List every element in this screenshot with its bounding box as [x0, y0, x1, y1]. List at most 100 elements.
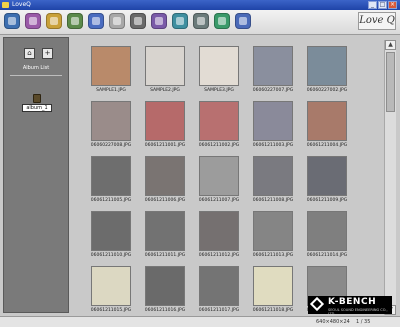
album-icon[interactable] — [46, 13, 62, 29]
thumbnail-image[interactable] — [145, 266, 185, 306]
watermark-name: K-BENCH — [328, 297, 377, 307]
thumbnail-label: 06060227008.JPG — [90, 143, 132, 148]
thumbnail-item[interactable]: 06061211004.JPG — [300, 99, 354, 157]
edit-icon[interactable] — [88, 13, 104, 29]
thumbnail-label: SAMPLE3.JPG — [204, 88, 234, 93]
new-album-button[interactable]: + — [42, 48, 53, 59]
window-title: LoveQ — [12, 1, 31, 8]
vertical-scrollbar[interactable]: ▲ ▼ — [384, 40, 396, 315]
thumbnail-image[interactable] — [199, 46, 239, 86]
thumbnail-image[interactable] — [145, 46, 185, 86]
thumbnail-item[interactable]: 06061211018.JPG — [246, 264, 300, 315]
thumbnail-item[interactable]: 06061211013.JPG — [246, 209, 300, 267]
thumbnail-label: 06061211012.JPG — [198, 253, 240, 258]
thumbnail-image[interactable] — [91, 211, 131, 251]
divider — [10, 75, 62, 76]
thumbnail-image[interactable] — [307, 211, 347, 251]
thumbnail-label: 06061211003.JPG — [252, 143, 294, 148]
thumbnail-item[interactable]: 06060227002.JPG — [300, 44, 354, 102]
thumbnail-image[interactable] — [145, 211, 185, 251]
thumbnail-label: 06061211011.JPG — [144, 253, 186, 258]
scroll-thumb[interactable] — [386, 52, 395, 112]
page-indicator: 1 / 35 — [356, 319, 371, 325]
thumbnail-image[interactable] — [253, 211, 293, 251]
thumbnail-label: 06061211015.JPG — [90, 308, 132, 313]
thumbnail-item[interactable]: SAMPLE2.JPG — [138, 44, 192, 102]
thumbnail-item[interactable]: 06061211010.JPG — [84, 209, 138, 267]
globe-icon[interactable] — [4, 13, 20, 29]
thumbnail-item[interactable]: 06061211003.JPG — [246, 99, 300, 157]
thumbnail-image[interactable] — [199, 266, 239, 306]
thumbnail-label: 06061211007.JPG — [198, 198, 240, 203]
scroll-up-button[interactable]: ▲ — [385, 40, 396, 50]
thumbnail-label: 06061211018.JPG — [252, 308, 294, 313]
thumbnail-image[interactable] — [91, 266, 131, 306]
print-icon[interactable] — [130, 13, 146, 29]
thumbnail-label: SAMPLE1.JPG — [96, 88, 126, 93]
thumbnail-label: 06061211005.JPG — [90, 198, 132, 203]
camera-icon[interactable] — [193, 13, 209, 29]
thumbnail-image[interactable] — [307, 101, 347, 141]
export-icon[interactable] — [214, 13, 230, 29]
thumbnail-image[interactable] — [91, 156, 131, 196]
thumbnail-label: 06061211016.JPG — [144, 308, 186, 313]
image-icon[interactable] — [67, 13, 83, 29]
share-icon[interactable] — [172, 13, 188, 29]
thumbnail-item[interactable]: 06061211008.JPG — [246, 154, 300, 212]
thumbnail-item[interactable]: 06061211007.JPG — [192, 154, 246, 212]
thumbnail-image[interactable] — [145, 101, 185, 141]
thumbnail-image[interactable] — [91, 46, 131, 86]
thumbnail-image[interactable] — [307, 156, 347, 196]
thumbnail-label: 06061211017.JPG — [198, 308, 240, 313]
kbench-watermark: K-BENCH SEOUL SOUND ENGINEERING CO., LTD… — [308, 296, 392, 316]
maximize-button[interactable]: □ — [378, 1, 387, 9]
thumbnail-item[interactable]: 06061211017.JPG — [192, 264, 246, 315]
slideshow-icon[interactable] — [109, 13, 125, 29]
folder-icon[interactable] — [25, 13, 41, 29]
thumbnail-item[interactable]: 06061211012.JPG — [192, 209, 246, 267]
thumbnail-label: 06061211013.JPG — [252, 253, 294, 258]
thumbnail-item[interactable]: SAMPLE1.JPG — [84, 44, 138, 102]
thumbnail-item[interactable]: 06061211002.JPG — [192, 99, 246, 157]
thumbnail-item[interactable]: 06061211016.JPG — [138, 264, 192, 315]
thumbnail-image[interactable] — [253, 46, 293, 86]
thumbnail-item[interactable]: 06061211001.JPG — [138, 99, 192, 157]
thumbnail-grid: SAMPLE1.JPG SAMPLE2.JPG SAMPLE3.JPG 0606022… — [80, 40, 380, 315]
thumbnail-image[interactable] — [145, 156, 185, 196]
album-item-label[interactable]: album_1 — [22, 104, 52, 112]
thumbnail-image[interactable] — [253, 266, 293, 306]
thumbnail-item[interactable]: SAMPLE3.JPG — [192, 44, 246, 102]
thumbnail-image[interactable] — [199, 101, 239, 141]
watermark-tagline: SEOUL SOUND ENGINEERING CO., LTD. — [328, 308, 388, 316]
thumbnail-image[interactable] — [199, 211, 239, 251]
toolbar — [0, 10, 400, 35]
thumbnail-item[interactable]: 06061211009.JPG — [300, 154, 354, 212]
thumbnail-label: SAMPLE2.JPG — [150, 88, 180, 93]
thumbnail-item[interactable]: 06061211014.JPG — [300, 209, 354, 267]
thumbnail-label: 06061211014.JPG — [306, 253, 348, 258]
thumbnail-item[interactable]: 06061211005.JPG — [84, 154, 138, 212]
title-bar: LoveQ _ □ × — [0, 0, 400, 10]
thumbnail-label: 06061211004.JPG — [306, 143, 348, 148]
thumbnail-image[interactable] — [253, 156, 293, 196]
thumbnail-label: 06061211009.JPG — [306, 198, 348, 203]
kbench-logo-icon — [309, 296, 325, 312]
thumbnail-item[interactable]: 06061211015.JPG — [84, 264, 138, 315]
close-button[interactable]: × — [388, 1, 397, 9]
brand-logo: Love Q — [358, 12, 396, 30]
thumbnail-image[interactable] — [91, 101, 131, 141]
minimize-button[interactable]: _ — [368, 1, 377, 9]
thumbnail-label: 06061211008.JPG — [252, 198, 294, 203]
home-button[interactable]: ⌂ — [24, 48, 35, 59]
thumbnail-item[interactable]: 06060227007.JPG — [246, 44, 300, 102]
image-resolution: 640×480×24 — [316, 319, 350, 325]
help-icon[interactable] — [235, 13, 251, 29]
thumbnail-image[interactable] — [253, 101, 293, 141]
thumbnail-image[interactable] — [199, 156, 239, 196]
album-folder-icon[interactable] — [33, 94, 41, 103]
thumbnail-item[interactable]: 06061211006.JPG — [138, 154, 192, 212]
thumbnail-image[interactable] — [307, 46, 347, 86]
thumbnail-item[interactable]: 06061211011.JPG — [138, 209, 192, 267]
settings-icon[interactable] — [151, 13, 167, 29]
thumbnail-item[interactable]: 06060227008.JPG — [84, 99, 138, 157]
